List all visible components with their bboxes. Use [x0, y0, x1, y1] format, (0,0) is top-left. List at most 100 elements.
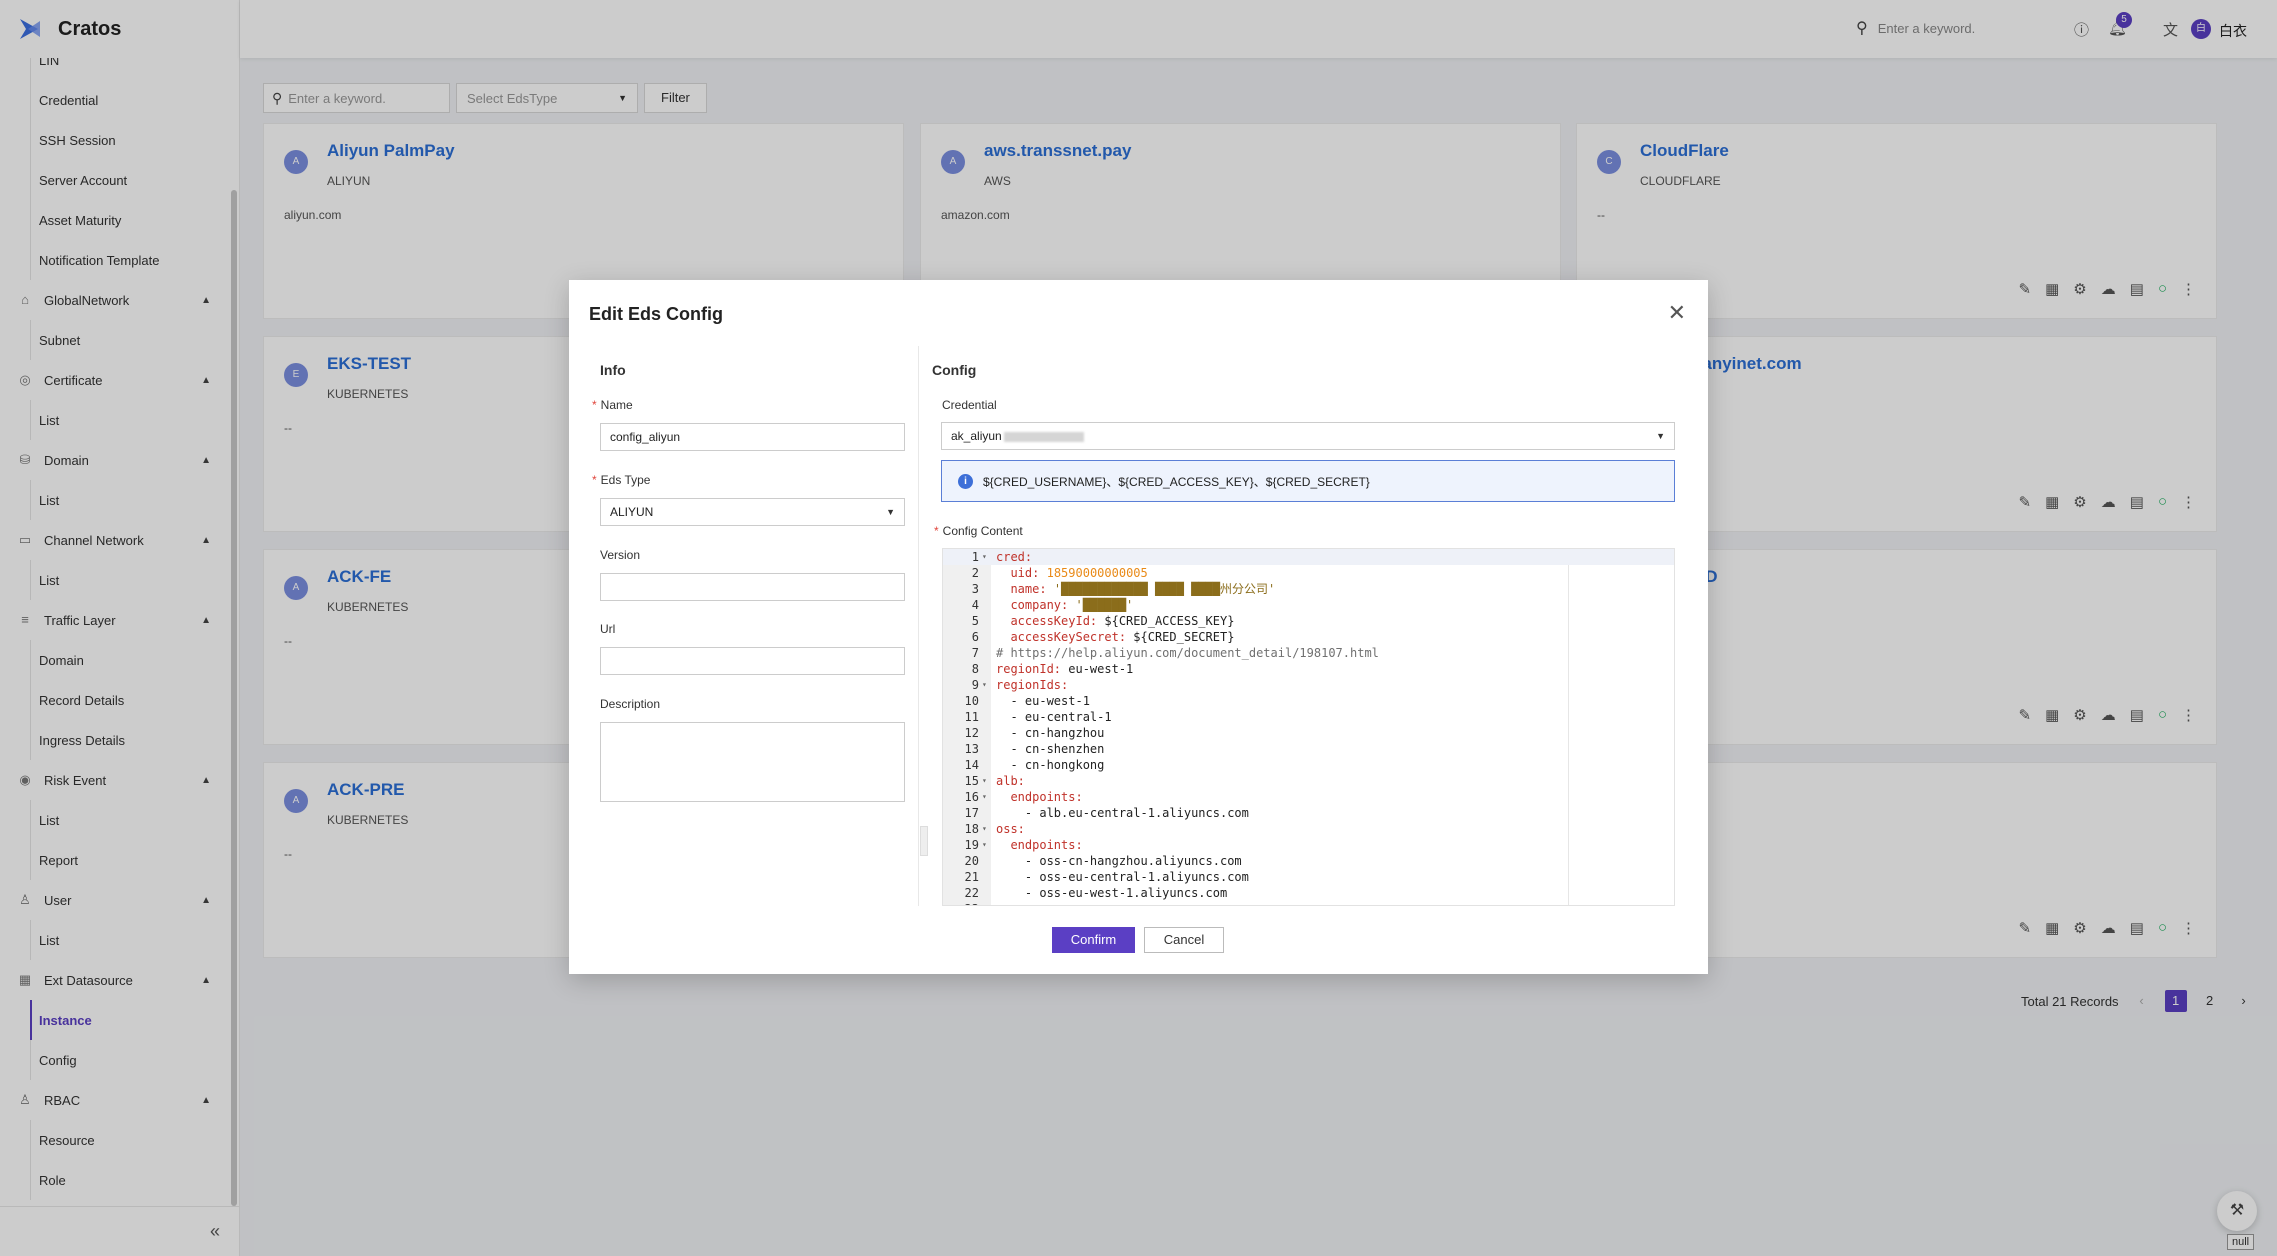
- line-number: 2: [971, 566, 979, 580]
- credential-dropdown[interactable]: ak_aliyun ▼: [941, 422, 1675, 450]
- url-label: Url: [600, 622, 616, 636]
- code-line: 16 ▾ endpoints:: [943, 789, 1674, 805]
- code-line: 15 ▾ alb:: [943, 773, 1674, 789]
- fold-arrow-icon[interactable]: ▾: [982, 677, 987, 693]
- code-text: - oss-eu-west-1.aliyuncs.com: [996, 886, 1228, 900]
- close-icon[interactable]: ✕: [1668, 300, 1686, 326]
- code-line: 11 - eu-central-1: [943, 709, 1674, 725]
- fold-arrow-icon[interactable]: ▾: [982, 549, 987, 565]
- code-line: 12 - cn-hangzhou: [943, 725, 1674, 741]
- code-line: 2 uid: 18590000000005: [943, 565, 1674, 581]
- eds-type-label: * Eds Type: [592, 473, 651, 487]
- fold-arrow-icon[interactable]: ▾: [982, 789, 987, 805]
- code-text: endpoints:: [1010, 790, 1083, 804]
- code-line: 18 ▾ oss:: [943, 821, 1674, 837]
- code-text: oss:: [996, 822, 1025, 836]
- line-number: 3: [971, 582, 979, 596]
- code-line: 19 ▾ endpoints:: [943, 837, 1674, 853]
- code-text: regionIds:: [996, 678, 1069, 692]
- code-line: 1 ▾ cred:: [943, 549, 1674, 565]
- eds-type-value: ALIYUN: [610, 505, 654, 519]
- redacted-blur: [1003, 431, 1084, 442]
- info-icon: i: [958, 473, 973, 489]
- code-text: accessKeySecret: ${CRED_SECRET}: [1010, 630, 1235, 644]
- code-text: - eu-central-1: [996, 710, 1112, 724]
- line-number: 1: [971, 550, 979, 564]
- version-input[interactable]: [600, 573, 905, 601]
- config-content-label: * Config Content: [934, 524, 1023, 538]
- code-text: company: '██████': [1010, 598, 1134, 612]
- line-number: 19: [964, 838, 979, 852]
- code-line: 17 - alb.eu-central-1.aliyuncs.com: [943, 805, 1674, 821]
- code-line: 5 accessKeyId: ${CRED_ACCESS_KEY}: [943, 613, 1674, 629]
- caret-down-icon: ▼: [1656, 431, 1665, 441]
- credential-label: Credential: [942, 398, 997, 412]
- credential-value: ak_aliyun: [951, 429, 1084, 443]
- line-number: 13: [964, 742, 979, 756]
- line-number: 9: [971, 678, 979, 692]
- line-number: 10: [964, 694, 979, 708]
- code-line: 7 # https://help.aliyun.com/document_deta…: [943, 645, 1674, 661]
- version-label: Version: [600, 548, 641, 562]
- code-text: - eu-west-1: [996, 694, 1090, 708]
- line-number: 17: [964, 806, 979, 820]
- code-text: endpoints:: [1010, 838, 1083, 852]
- credential-info-alert: i ${CRED_USERNAME}、${CRED_ACCESS_KEY}、${…: [941, 460, 1675, 502]
- confirm-button[interactable]: Confirm: [1052, 927, 1135, 953]
- line-number: 7: [971, 646, 979, 660]
- code-line: 20 - oss-cn-hangzhou.aliyuncs.com: [943, 853, 1674, 869]
- code-text: - alb.eu-central-1.aliyuncs.com: [996, 806, 1249, 820]
- code-line: 8 regionId: eu-west-1: [943, 661, 1674, 677]
- column-divider: [918, 346, 919, 906]
- code-line: 23▾ acr:: [943, 901, 1674, 905]
- code-line: 21 - oss-eu-central-1.aliyuncs.com: [943, 869, 1674, 885]
- edit-eds-config-modal: Edit Eds Config ✕ Info *Name *Eds Type A…: [569, 280, 1708, 974]
- line-number: 14: [964, 758, 979, 772]
- code-line: 4 company: '██████': [943, 597, 1674, 613]
- code-text: - cn-shenzhen: [996, 742, 1105, 756]
- code-text: - cn-hangzhou: [996, 726, 1105, 740]
- config-section-title: Config: [932, 362, 977, 378]
- fold-arrow-icon[interactable]: ▾: [982, 837, 987, 853]
- url-input[interactable]: [600, 647, 905, 675]
- code-text: name: '████████████ ████ ████州分公司': [1010, 582, 1276, 596]
- fold-arrow-icon[interactable]: ▾: [982, 821, 987, 837]
- code-text: cred:: [996, 550, 1033, 564]
- caret-down-icon: ▼: [886, 507, 895, 517]
- description-label: Description: [600, 697, 661, 711]
- code-text: accessKeyId: ${CRED_ACCESS_KEY}: [1010, 614, 1235, 628]
- code-line: 22 - oss-eu-west-1.aliyuncs.com: [943, 885, 1674, 901]
- cancel-button[interactable]: Cancel: [1144, 927, 1224, 953]
- line-number: 18: [964, 822, 979, 836]
- code-text: alb:: [996, 774, 1025, 788]
- code-line: 13 - cn-shenzhen: [943, 741, 1674, 757]
- line-number: 15: [964, 774, 979, 788]
- line-number: 6: [971, 630, 979, 644]
- fold-arrow-icon[interactable]: ▾: [982, 901, 987, 905]
- description-textarea[interactable]: [600, 722, 905, 802]
- credential-placeholder-hint: ${CRED_USERNAME}、${CRED_ACCESS_KEY}、${CR…: [983, 474, 1370, 489]
- line-number: 22: [964, 886, 979, 900]
- code-text: acr:: [996, 901, 1025, 905]
- fold-arrow-icon[interactable]: ▾: [982, 773, 987, 789]
- line-number: 4: [971, 598, 979, 612]
- config-code-editor[interactable]: 1 ▾ cred: 2 uid: 18590000000005 3 name: '███…: [942, 548, 1675, 906]
- info-section-title: Info: [600, 362, 626, 378]
- code-line: 9 ▾ regionIds:: [943, 677, 1674, 693]
- line-number: 23: [943, 901, 979, 905]
- line-number: 12: [964, 726, 979, 740]
- code-line: 6 accessKeySecret: ${CRED_SECRET}: [943, 629, 1674, 645]
- modal-title: Edit Eds Config: [589, 304, 723, 324]
- code-text: - cn-hongkong: [996, 758, 1105, 772]
- resize-handle[interactable]: [920, 826, 928, 856]
- line-number: 8: [971, 662, 979, 676]
- line-number: 16: [964, 790, 979, 804]
- name-input[interactable]: [600, 423, 905, 451]
- code-text: uid: 18590000000005: [1010, 566, 1148, 580]
- line-number: 21: [964, 870, 979, 884]
- code-line: 10 - eu-west-1: [943, 693, 1674, 709]
- line-number: 11: [964, 710, 979, 724]
- eds-type-dropdown[interactable]: ALIYUN ▼: [600, 498, 905, 526]
- code-text: - oss-cn-hangzhou.aliyuncs.com: [996, 854, 1242, 868]
- name-label: * Name: [592, 398, 633, 412]
